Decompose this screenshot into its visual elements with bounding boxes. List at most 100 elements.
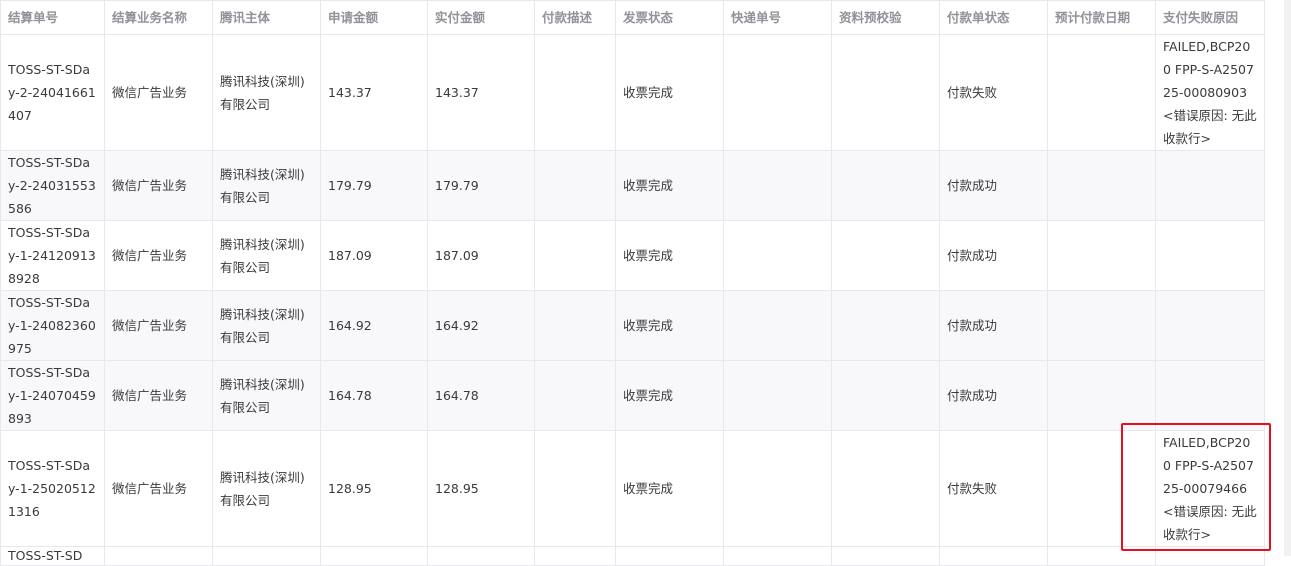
cell-fail-reason xyxy=(1155,150,1265,221)
cell-pay-status: 付款成功 xyxy=(939,360,1048,431)
cell-invoice-status: 收票完成 xyxy=(615,360,724,431)
header-tencent-entity[interactable]: 腾讯主体 xyxy=(212,0,321,35)
cell-expected-date xyxy=(1047,360,1156,431)
cell-paid-amount: 143.37 xyxy=(427,34,535,151)
table-header-row: 结算单号 结算业务名称 腾讯主体 申请金额 实付金额 付款描述 发票状态 快递单… xyxy=(0,0,1265,35)
cell-tencent-entity: 腾讯科技(深圳)有限公司 xyxy=(212,150,321,221)
cell-pay-description xyxy=(534,150,616,221)
table-row[interactable]: TOSS-ST-SDay-2-24041661407 微信广告业务 腾讯科技(深… xyxy=(0,34,1265,151)
cell-pay-status: 付款成功 xyxy=(939,150,1048,221)
cell-fail-reason xyxy=(1155,220,1265,291)
cell-business-name: 微信广告业务 xyxy=(104,150,213,221)
cell-order-no: TOSS-ST-SDay-2-24031553586 xyxy=(0,150,105,221)
cell-precheck xyxy=(831,220,940,291)
header-pay-status[interactable]: 付款单状态 xyxy=(939,0,1048,35)
header-pay-description[interactable]: 付款描述 xyxy=(534,0,616,35)
cell-pay-description xyxy=(534,220,616,291)
cell-apply-amount: 179.79 xyxy=(320,150,428,221)
cell-pay-description xyxy=(534,290,616,361)
cell-express-no xyxy=(723,360,832,431)
cell-precheck xyxy=(831,430,940,547)
header-expected-date[interactable]: 预计付款日期 xyxy=(1047,0,1156,35)
cell-express-no xyxy=(723,220,832,291)
cell-order-no: TOSS-ST-SDay-1-24082360975 xyxy=(0,290,105,361)
cell-pay-description xyxy=(534,34,616,151)
cell-expected-date xyxy=(1047,220,1156,291)
cell-express-no xyxy=(723,430,832,547)
cell-pay-status: 付款失败 xyxy=(939,34,1048,151)
cell-apply-amount: 128.95 xyxy=(320,430,428,547)
cell-order-no: TOSS-ST-SDay-1-241209138928 xyxy=(0,220,105,291)
cell-fail-reason: FAILED,BCP200 FPP-S-A250725-00079466<错误原… xyxy=(1155,430,1265,547)
cell-precheck xyxy=(831,150,940,221)
cell-tencent-entity: 腾讯科技(深圳)有限公司 xyxy=(212,430,321,547)
cell-empty xyxy=(1047,546,1156,566)
header-express-no[interactable]: 快递单号 xyxy=(723,0,832,35)
cell-paid-amount: 128.95 xyxy=(427,430,535,547)
cell-order-no: TOSS-ST-SD xyxy=(0,546,105,566)
table-row-partial[interactable]: TOSS-ST-SD xyxy=(0,546,1265,566)
cell-empty xyxy=(939,546,1048,566)
cell-fail-reason xyxy=(1155,290,1265,361)
cell-expected-date xyxy=(1047,430,1156,547)
cell-apply-amount: 164.78 xyxy=(320,360,428,431)
header-business-name[interactable]: 结算业务名称 xyxy=(104,0,213,35)
cell-precheck xyxy=(831,290,940,361)
header-precheck[interactable]: 资料预校验 xyxy=(831,0,940,35)
cell-invoice-status: 收票完成 xyxy=(615,430,724,547)
header-fail-reason[interactable]: 支付失败原因 xyxy=(1155,0,1265,35)
cell-order-no: TOSS-ST-SDay-1-250205121316 xyxy=(0,430,105,547)
settlement-table: 结算单号 结算业务名称 腾讯主体 申请金额 实付金额 付款描述 发票状态 快递单… xyxy=(0,0,1265,566)
cell-apply-amount: 164.92 xyxy=(320,290,428,361)
cell-business-name: 微信广告业务 xyxy=(104,34,213,151)
cell-paid-amount: 164.78 xyxy=(427,360,535,431)
cell-tencent-entity: 腾讯科技(深圳)有限公司 xyxy=(212,34,321,151)
cell-empty xyxy=(831,546,940,566)
cell-order-no: TOSS-ST-SDay-2-24041661407 xyxy=(0,34,105,151)
cell-express-no xyxy=(723,150,832,221)
cell-empty xyxy=(427,546,535,566)
table-row[interactable]: TOSS-ST-SDay-1-241209138928 微信广告业务 腾讯科技(… xyxy=(0,220,1265,291)
cell-business-name: 微信广告业务 xyxy=(104,220,213,291)
header-invoice-status[interactable]: 发票状态 xyxy=(615,0,724,35)
cell-expected-date xyxy=(1047,34,1156,151)
cell-invoice-status: 收票完成 xyxy=(615,34,724,151)
cell-invoice-status: 收票完成 xyxy=(615,290,724,361)
cell-empty xyxy=(615,546,724,566)
cell-fail-reason: FAILED,BCP200 FPP-S-A250725-00080903<错误原… xyxy=(1155,34,1265,151)
cell-express-no xyxy=(723,290,832,361)
cell-tencent-entity: 腾讯科技(深圳)有限公司 xyxy=(212,290,321,361)
cell-tencent-entity: 腾讯科技(深圳)有限公司 xyxy=(212,360,321,431)
cell-business-name: 微信广告业务 xyxy=(104,360,213,431)
cell-pay-description xyxy=(534,430,616,547)
table-row[interactable]: TOSS-ST-SDay-2-24031553586 微信广告业务 腾讯科技(深… xyxy=(0,150,1265,221)
header-order-no[interactable]: 结算单号 xyxy=(0,0,105,35)
vertical-scrollbar[interactable] xyxy=(1284,0,1291,556)
cell-apply-amount: 143.37 xyxy=(320,34,428,151)
cell-pay-description xyxy=(534,360,616,431)
table-row[interactable]: TOSS-ST-SDay-1-24070459893 微信广告业务 腾讯科技(深… xyxy=(0,360,1265,431)
cell-paid-amount: 187.09 xyxy=(427,220,535,291)
cell-invoice-status: 收票完成 xyxy=(615,220,724,291)
header-apply-amount[interactable]: 申请金额 xyxy=(320,0,428,35)
cell-apply-amount: 187.09 xyxy=(320,220,428,291)
cell-empty xyxy=(320,546,428,566)
cell-business-name: 微信广告业务 xyxy=(104,430,213,547)
table-row[interactable]: TOSS-ST-SDay-1-250205121316 微信广告业务 腾讯科技(… xyxy=(0,430,1265,547)
cell-empty xyxy=(1155,546,1265,566)
cell-empty xyxy=(104,546,213,566)
cell-empty xyxy=(534,546,616,566)
cell-invoice-status: 收票完成 xyxy=(615,150,724,221)
cell-paid-amount: 179.79 xyxy=(427,150,535,221)
cell-pay-status: 付款成功 xyxy=(939,220,1048,291)
cell-fail-reason xyxy=(1155,360,1265,431)
cell-expected-date xyxy=(1047,150,1156,221)
cell-pay-status: 付款失败 xyxy=(939,430,1048,547)
cell-paid-amount: 164.92 xyxy=(427,290,535,361)
cell-tencent-entity: 腾讯科技(深圳)有限公司 xyxy=(212,220,321,291)
table-row[interactable]: TOSS-ST-SDay-1-24082360975 微信广告业务 腾讯科技(深… xyxy=(0,290,1265,361)
cell-empty xyxy=(212,546,321,566)
cell-express-no xyxy=(723,34,832,151)
header-paid-amount[interactable]: 实付金额 xyxy=(427,0,535,35)
cell-order-no: TOSS-ST-SDay-1-24070459893 xyxy=(0,360,105,431)
